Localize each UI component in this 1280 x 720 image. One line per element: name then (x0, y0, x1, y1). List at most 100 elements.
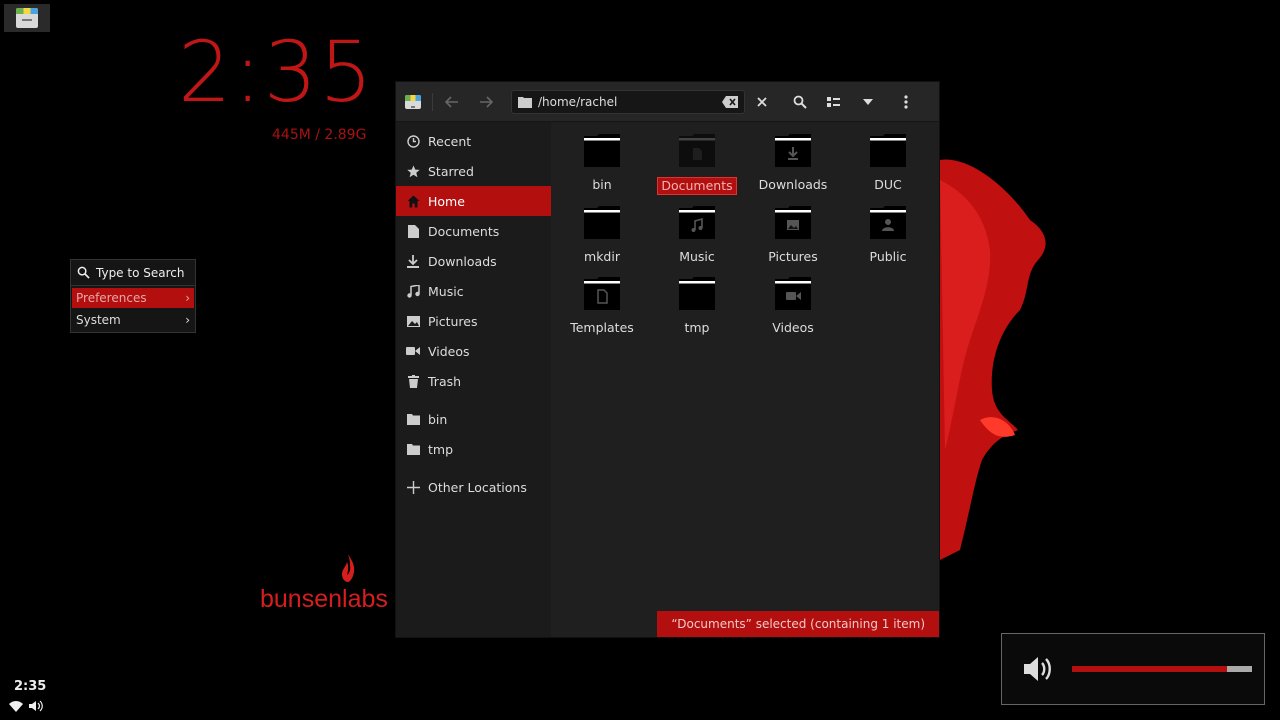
location-entry[interactable]: /home/rachel (511, 89, 745, 114)
music-icon (406, 284, 420, 298)
sidebar-item-home[interactable]: Home (396, 186, 551, 216)
search-button[interactable] (783, 82, 817, 122)
system-tray (9, 700, 43, 712)
folder-icon (584, 206, 620, 239)
file-item-downloads[interactable]: Downloads (748, 134, 838, 193)
sidebar-item-label: Music (428, 283, 464, 299)
conky-memory: 445M / 2.89G (272, 127, 367, 143)
folder-icon (518, 96, 532, 108)
menu-item-preferences[interactable]: Preferences › (72, 288, 194, 308)
sidebar-item-label: Downloads (428, 253, 497, 269)
sidebar-item-videos[interactable]: Videos (396, 336, 551, 366)
download-icon (406, 254, 420, 268)
submenu-arrow-icon: › (185, 291, 190, 305)
file-name: DUC (874, 177, 902, 192)
view-toggle-button[interactable] (817, 82, 851, 122)
sidebar-item-starred[interactable]: Starred (396, 156, 551, 186)
header-separator (432, 92, 433, 111)
folder-icon (870, 134, 906, 167)
places-sidebar: Recent Starred Home Documents Downloads … (396, 122, 551, 637)
arrow-left-icon (445, 95, 458, 108)
speaker-volume-icon (1024, 657, 1051, 681)
downloads-folder-icon (775, 134, 811, 167)
file-name: Pictures (768, 249, 818, 264)
file-grid: bin Documents Downloads DUC mkdir Music … (551, 122, 939, 637)
header-bar: /home/rachel (396, 82, 939, 122)
picture-icon (406, 314, 420, 328)
file-name: Templates (570, 320, 634, 335)
file-name: Documents (657, 177, 737, 195)
file-name: bin (592, 177, 612, 192)
plus-icon (406, 480, 420, 494)
home-icon (406, 194, 420, 208)
file-name: mkdir (584, 249, 620, 264)
sidebar-item-documents[interactable]: Documents (396, 216, 551, 246)
sidebar-item-label: Documents (428, 223, 500, 239)
file-name: Videos (772, 320, 814, 335)
file-item-duc[interactable]: DUC (843, 134, 933, 193)
sidebar-item-label: Other Locations (428, 479, 527, 495)
folder-icon (406, 412, 420, 426)
menu-item-label: System (76, 313, 121, 327)
wifi-icon[interactable] (9, 700, 23, 712)
menu-item-system[interactable]: System › (72, 310, 194, 330)
sidebar-separator (396, 464, 551, 472)
back-button[interactable] (435, 82, 469, 122)
file-manager-window: /home/rachel Recent Starred Home Documen… (395, 81, 940, 638)
folder-icon (584, 134, 620, 167)
menu-search[interactable]: Type to Search (71, 260, 195, 286)
star-icon (406, 164, 420, 178)
file-item-mkdir[interactable]: mkdir (557, 206, 647, 265)
close-location-button[interactable] (745, 82, 779, 122)
arrow-right-icon (480, 95, 493, 108)
view-options-button[interactable] (851, 82, 885, 122)
sidebar-item-label: tmp (428, 441, 454, 457)
sidebar-item-label: bin (428, 411, 448, 427)
conky-clock: 2:35 (178, 23, 375, 121)
documents-folder-icon (679, 134, 715, 167)
file-name: Public (869, 249, 907, 264)
file-item-documents[interactable]: Documents (652, 134, 742, 195)
file-item-public[interactable]: Public (843, 206, 933, 265)
app-menu-button[interactable] (396, 82, 430, 122)
clear-text-icon[interactable] (722, 95, 738, 108)
kebab-menu-icon (904, 94, 908, 109)
speaker-icon[interactable] (29, 700, 43, 712)
selection-status-bar: “Documents” selected (containing 1 item) (657, 611, 939, 637)
sidebar-item-label: Starred (428, 163, 474, 179)
sidebar-item-recent[interactable]: Recent (396, 126, 551, 156)
logo-text: bunsenlabs (260, 585, 388, 613)
location-text: /home/rachel (538, 94, 618, 109)
sidebar-item-bin[interactable]: bin (396, 404, 551, 434)
trash-icon (406, 374, 420, 388)
sidebar-item-music[interactable]: Music (396, 276, 551, 306)
file-name: Music (679, 249, 715, 264)
sidebar-item-pictures[interactable]: Pictures (396, 306, 551, 336)
file-item-bin[interactable]: bin (557, 134, 647, 193)
file-item-templates[interactable]: Templates (557, 277, 647, 336)
file-item-music[interactable]: Music (652, 206, 742, 265)
volume-level-fill (1072, 666, 1227, 672)
root-menu: Type to Search Preferences › System › (70, 259, 196, 333)
sidebar-item-other-locations[interactable]: Other Locations (396, 472, 551, 502)
sidebar-item-trash[interactable]: Trash (396, 366, 551, 396)
main-menu-button[interactable] (889, 82, 923, 122)
menu-search-label: Type to Search (96, 265, 185, 280)
volume-osd (1001, 633, 1265, 705)
sidebar-item-label: Recent (428, 133, 472, 149)
sidebar-item-downloads[interactable]: Downloads (396, 246, 551, 276)
taskbar-file-manager-launcher[interactable] (4, 4, 50, 32)
bunsenlabs-logo: bunsenlabs (260, 553, 400, 614)
tray-clock[interactable]: 2:35 (14, 679, 46, 694)
file-item-pictures[interactable]: Pictures (748, 206, 838, 265)
sidebar-item-tmp[interactable]: tmp (396, 434, 551, 464)
sidebar-separator (396, 396, 551, 404)
forward-button[interactable] (469, 82, 503, 122)
sidebar-item-label: Home (428, 193, 465, 209)
file-item-videos[interactable]: Videos (748, 277, 838, 336)
submenu-arrow-icon: › (185, 313, 190, 327)
volume-level-bar (1072, 666, 1252, 672)
file-item-tmp[interactable]: tmp (652, 277, 742, 336)
sidebar-item-label: Videos (428, 343, 470, 359)
menu-item-label: Preferences (76, 291, 147, 305)
